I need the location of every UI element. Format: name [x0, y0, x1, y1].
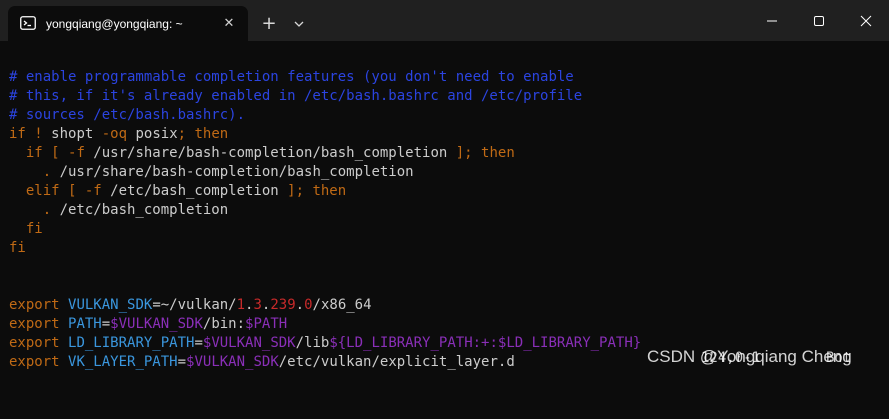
terminal-line: export PATH=$VULKAN_SDK/bin:$PATH	[9, 315, 641, 334]
code-token: elif [	[9, 183, 85, 199]
code-token: VK_LAYER_PATH	[68, 354, 178, 370]
terminal-line: # enable programmable completion feature…	[9, 68, 641, 87]
terminal-line: fi	[9, 220, 641, 239]
watermark: CSDN @Yongqiang Cheng	[647, 347, 852, 366]
code-token: 239	[270, 297, 296, 313]
tab-close-button[interactable]: ✕	[220, 15, 238, 33]
code-token: -f	[68, 145, 85, 161]
code-token: shopt	[42, 126, 102, 142]
code-token: .	[295, 297, 305, 313]
code-token: ; then	[177, 126, 229, 142]
code-token: export	[9, 354, 60, 370]
code-token: /x86_64	[312, 297, 372, 313]
code-token: /etc/vulkan/explicit_layer.d	[278, 354, 515, 370]
code-token: /bin:	[202, 316, 246, 332]
terminal-line: . /etc/bash_completion	[9, 201, 641, 220]
tab-active[interactable]: yongqiang@yongqiang: ~ ✕	[8, 6, 248, 41]
terminal-line: if [ -f /usr/share/bash-completion/bash_…	[9, 144, 641, 163]
code-token: 1	[236, 297, 246, 313]
terminal-icon	[20, 16, 36, 30]
maximize-icon[interactable]	[796, 8, 842, 34]
terminal-line: # this, if it's already enabled in /etc/…	[9, 87, 641, 106]
code-token: VULKAN_SDK	[68, 297, 153, 313]
code-token: ]; then	[287, 183, 347, 199]
code-token: fi	[9, 240, 26, 256]
code-token: export	[9, 316, 60, 332]
code-token: $VULKAN_SDK	[186, 354, 279, 370]
code-token: $VULKAN_SDK	[110, 316, 203, 332]
terminal-line: . /usr/share/bash-completion/bash_comple…	[9, 163, 641, 182]
code-token: if [	[9, 145, 69, 161]
code-token: /lib	[295, 335, 330, 351]
code-token: /etc/bash_completion	[101, 183, 288, 199]
code-token: 3	[253, 297, 262, 313]
code-token: ]; then	[455, 145, 515, 161]
code-token: =	[177, 354, 187, 370]
code-token: if	[9, 126, 26, 142]
new-tab-button[interactable]: +	[258, 13, 280, 35]
code-token: =	[194, 335, 203, 351]
terminal-line: if ! shopt -oq posix; then	[9, 125, 641, 144]
code-token: export	[9, 335, 60, 351]
code-token: $PATH	[245, 316, 288, 332]
code-token: 0	[304, 297, 313, 313]
code-token: =~/vulkan/	[152, 297, 237, 313]
code-token: posix	[127, 126, 178, 142]
code-token: =	[101, 316, 111, 332]
close-icon[interactable]	[843, 8, 889, 34]
terminal-line: # sources /etc/bash.bashrc).	[9, 106, 641, 125]
code-token: .	[9, 202, 60, 218]
terminal-line: elif [ -f /etc/bash_completion ]; then	[9, 182, 641, 201]
code-token: ${LD_LIBRARY_PATH:+:$LD_LIBRARY_PATH}	[329, 335, 642, 351]
terminal-lines: # enable programmable completion feature…	[9, 68, 641, 372]
code-token: -f	[84, 183, 102, 199]
title-bar: yongqiang@yongqiang: ~ ✕ +	[0, 0, 889, 41]
code-token: # sources /etc/bash.bashrc).	[9, 107, 246, 123]
chevron-down-icon[interactable]	[290, 15, 308, 33]
code-token: .	[9, 164, 60, 180]
terminal-window: yongqiang@yongqiang: ~ ✕ + # enable prog…	[0, 0, 889, 419]
code-token: -oq	[101, 126, 128, 142]
terminal-line: export VK_LAYER_PATH=$VULKAN_SDK/etc/vul…	[9, 353, 641, 372]
code-token: /usr/share/bash-completion/bash_completi…	[59, 164, 414, 180]
code-token: /etc/bash_completion	[59, 202, 229, 218]
terminal-line: export VULKAN_SDK=~/vulkan/1.3.239.0/x86…	[9, 296, 641, 315]
tab-title: yongqiang@yongqiang: ~	[46, 17, 183, 31]
terminal-line: export LD_LIBRARY_PATH=$VULKAN_SDK/lib${…	[9, 334, 641, 353]
code-token: export	[9, 297, 60, 313]
code-token: /usr/share/bash-completion/bash_completi…	[84, 145, 456, 161]
code-token: # enable programmable completion feature…	[9, 69, 574, 85]
minimize-icon[interactable]	[749, 8, 795, 34]
code-token: !	[34, 126, 43, 142]
code-token: LD_LIBRARY_PATH	[68, 335, 195, 351]
code-token: PATH	[68, 316, 102, 332]
code-token: $VULKAN_SDK	[202, 335, 296, 351]
terminal-line: fi	[9, 239, 641, 258]
code-token: # this, if it's already enabled in /etc/…	[9, 88, 583, 104]
code-token: fi	[9, 221, 43, 237]
